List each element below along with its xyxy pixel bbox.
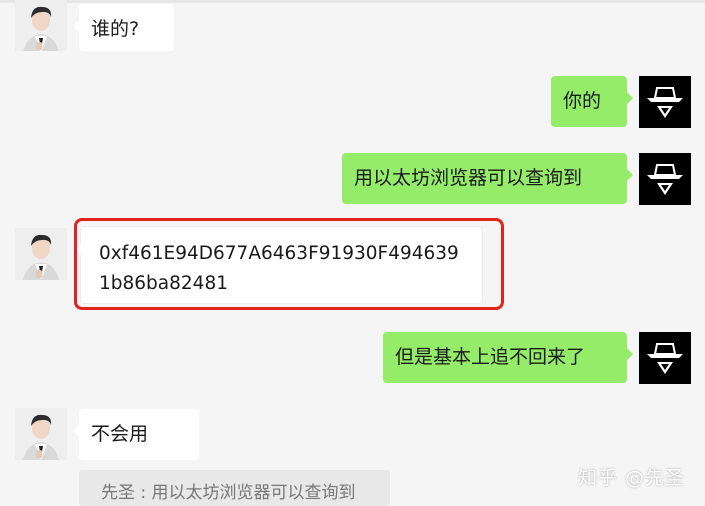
self-avatar[interactable] xyxy=(639,76,691,128)
hooded-figure-icon xyxy=(639,76,691,128)
message-text: 但是基本上追不回来了 xyxy=(395,346,586,368)
watermark-text: 知乎 @先圣 xyxy=(578,467,686,489)
self-avatar[interactable] xyxy=(639,153,691,205)
quoted-reply[interactable]: 先圣 : 用以太坊浏览器可以查询到 xyxy=(79,470,390,506)
hooded-figure-icon xyxy=(639,153,691,205)
man-portrait-icon xyxy=(15,0,67,51)
message-bubble[interactable]: 不会用 xyxy=(73,409,199,460)
zhihu-watermark: 知乎 @先圣 xyxy=(578,463,685,490)
highlight-box xyxy=(74,218,504,310)
message-text: 不会用 xyxy=(91,423,149,445)
message-text: 你的 xyxy=(563,90,602,112)
contact-avatar[interactable] xyxy=(15,228,67,280)
message-text: 谁的? xyxy=(91,18,140,40)
message-bubble[interactable]: 但是基本上追不回来了 xyxy=(383,332,633,383)
message-bubble[interactable]: 用以太坊浏览器可以查询到 xyxy=(342,153,633,204)
message-bubble[interactable]: 谁的? xyxy=(73,4,174,51)
message-bubble[interactable]: 你的 xyxy=(551,76,633,127)
man-portrait-icon xyxy=(15,408,67,460)
man-portrait-icon xyxy=(15,228,67,280)
message-text: 用以太坊浏览器可以查询到 xyxy=(354,167,583,189)
top-divider xyxy=(0,0,705,3)
contact-avatar[interactable] xyxy=(15,0,67,51)
hooded-figure-icon xyxy=(639,332,691,384)
contact-avatar[interactable] xyxy=(15,408,67,460)
self-avatar[interactable] xyxy=(639,332,691,384)
quoted-reply-text: 先圣 : 用以太坊浏览器可以查询到 xyxy=(101,483,356,503)
